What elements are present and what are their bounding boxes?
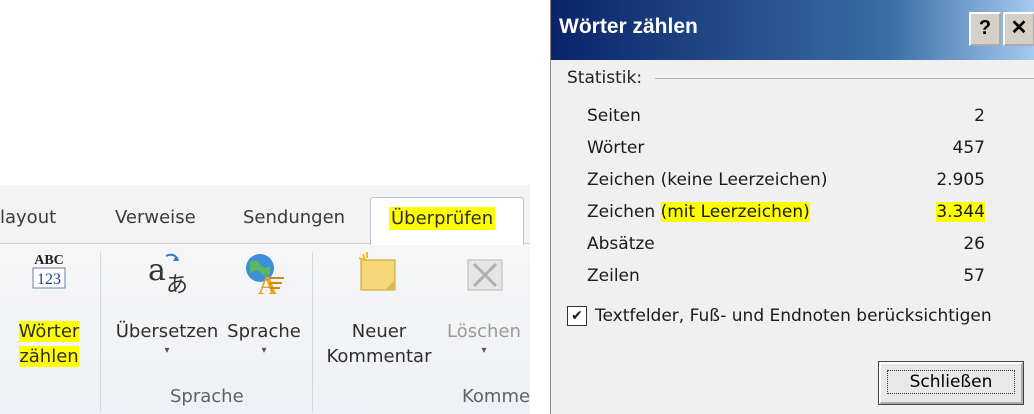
close-icon[interactable]: ✕ [1003, 12, 1034, 46]
svg-text:あ: あ [166, 273, 188, 296]
footnotes-checkbox[interactable]: ✔ [567, 306, 587, 326]
word-count-label-1: Wörter [18, 321, 80, 342]
group-label-sprache: Sprache [170, 386, 244, 407]
section-statistics-label: Statistik: [567, 68, 643, 88]
dialog-title: Wörter zählen [559, 15, 698, 38]
svg-text:a: a [148, 253, 166, 288]
delete-comment-label: Löschen [447, 321, 521, 342]
stat-value: 3.344 [936, 202, 985, 222]
tab-ueberpruefen[interactable]: Überprüfen [370, 197, 524, 245]
stat-label: Wörter [587, 138, 645, 158]
stat-value: 2.905 [936, 170, 985, 190]
footnotes-checkbox-label: Textfelder, Fuß- und Endnoten berücksich… [595, 306, 992, 326]
language-button[interactable]: A Sprache ▾ [224, 250, 304, 358]
globe-language-icon: A [246, 254, 284, 300]
stat-label: Seiten [587, 106, 641, 126]
stat-value: 26 [963, 234, 985, 254]
ribbon-tab-bar: layout Verweise Sendungen Überprüfen [0, 185, 530, 245]
tab-ueberpruefen-label: Überprüfen [389, 207, 496, 230]
help-button[interactable]: ? [969, 12, 1001, 46]
new-comment-label-2: Kommentar [326, 346, 432, 367]
delete-comment-button[interactable]: Löschen ▾ [438, 250, 530, 358]
svg-text:123: 123 [37, 271, 61, 288]
stat-value: 457 [952, 138, 985, 158]
new-comment-button[interactable]: Neuer Kommentar [320, 250, 438, 369]
language-dropdown-arrow[interactable]: ▾ [224, 344, 304, 358]
delete-dropdown-arrow[interactable]: ▾ [438, 344, 530, 358]
delete-comment-icon [467, 259, 503, 291]
stat-value: 57 [963, 266, 985, 286]
stat-row-absaetze: Absätze 26 [587, 234, 985, 258]
word-count-dialog: Wörter zählen ? ✕ Statistik: Seiten 2 Wö… [550, 0, 1034, 414]
translate-button[interactable]: a あ Übersetzen ▾ [112, 250, 222, 358]
tab-sendungen[interactable]: Sendungen [243, 207, 345, 228]
translate-dropdown-arrow[interactable]: ▾ [112, 344, 222, 358]
close-button-label: Schließen [886, 370, 1016, 394]
language-label: Sprache [227, 321, 301, 342]
stat-label: Absätze [587, 234, 655, 254]
stat-value: 2 [974, 106, 985, 126]
section-divider [655, 78, 1034, 79]
stat-label-highlight: (mit Leerzeichen) [660, 202, 810, 222]
close-button[interactable]: Schließen [878, 361, 1024, 405]
stat-row-seiten: Seiten 2 [587, 106, 985, 130]
group-label-kommentare: Komme [462, 386, 531, 407]
ribbon-panel: ABC 123 Wörter zählen a あ Übersetzen ▾ A… [0, 244, 530, 414]
word-count-icon: ABC 123 [32, 253, 66, 289]
tab-verweise[interactable]: Verweise [115, 207, 196, 228]
stat-row-zeichen-ohne: Zeichen (keine Leerzeichen) 2.905 [587, 170, 985, 194]
stat-label: Zeichen (mit Leerzeichen) [587, 202, 810, 222]
stat-row-woerter: Wörter 457 [587, 138, 985, 162]
word-count-label-2: zählen [19, 346, 79, 367]
stat-label: Zeichen (keine Leerzeichen) [587, 170, 828, 190]
group-separator [312, 252, 313, 412]
translate-icon: a あ [148, 253, 188, 298]
translate-label: Übersetzen [115, 321, 219, 342]
stat-row-zeilen: Zeilen 57 [587, 266, 985, 290]
new-comment-icon [358, 252, 396, 291]
svg-text:ABC: ABC [34, 253, 64, 268]
stat-row-zeichen-mit: Zeichen (mit Leerzeichen) 3.344 [587, 202, 985, 226]
stat-label-prefix: Zeichen [587, 202, 661, 222]
dialog-titlebar: Wörter zählen ? ✕ [551, 0, 1034, 60]
group-separator [100, 252, 101, 412]
word-count-button[interactable]: ABC 123 Wörter zählen [8, 250, 90, 369]
footnotes-checkbox-row[interactable]: ✔ Textfelder, Fuß- und Endnoten berücksic… [567, 306, 992, 326]
new-comment-label-1: Neuer [351, 321, 407, 342]
tab-layout[interactable]: layout [0, 207, 56, 228]
word-ribbon: layout Verweise Sendungen Überprüfen ABC… [0, 185, 530, 414]
stat-label: Zeilen [587, 266, 640, 286]
